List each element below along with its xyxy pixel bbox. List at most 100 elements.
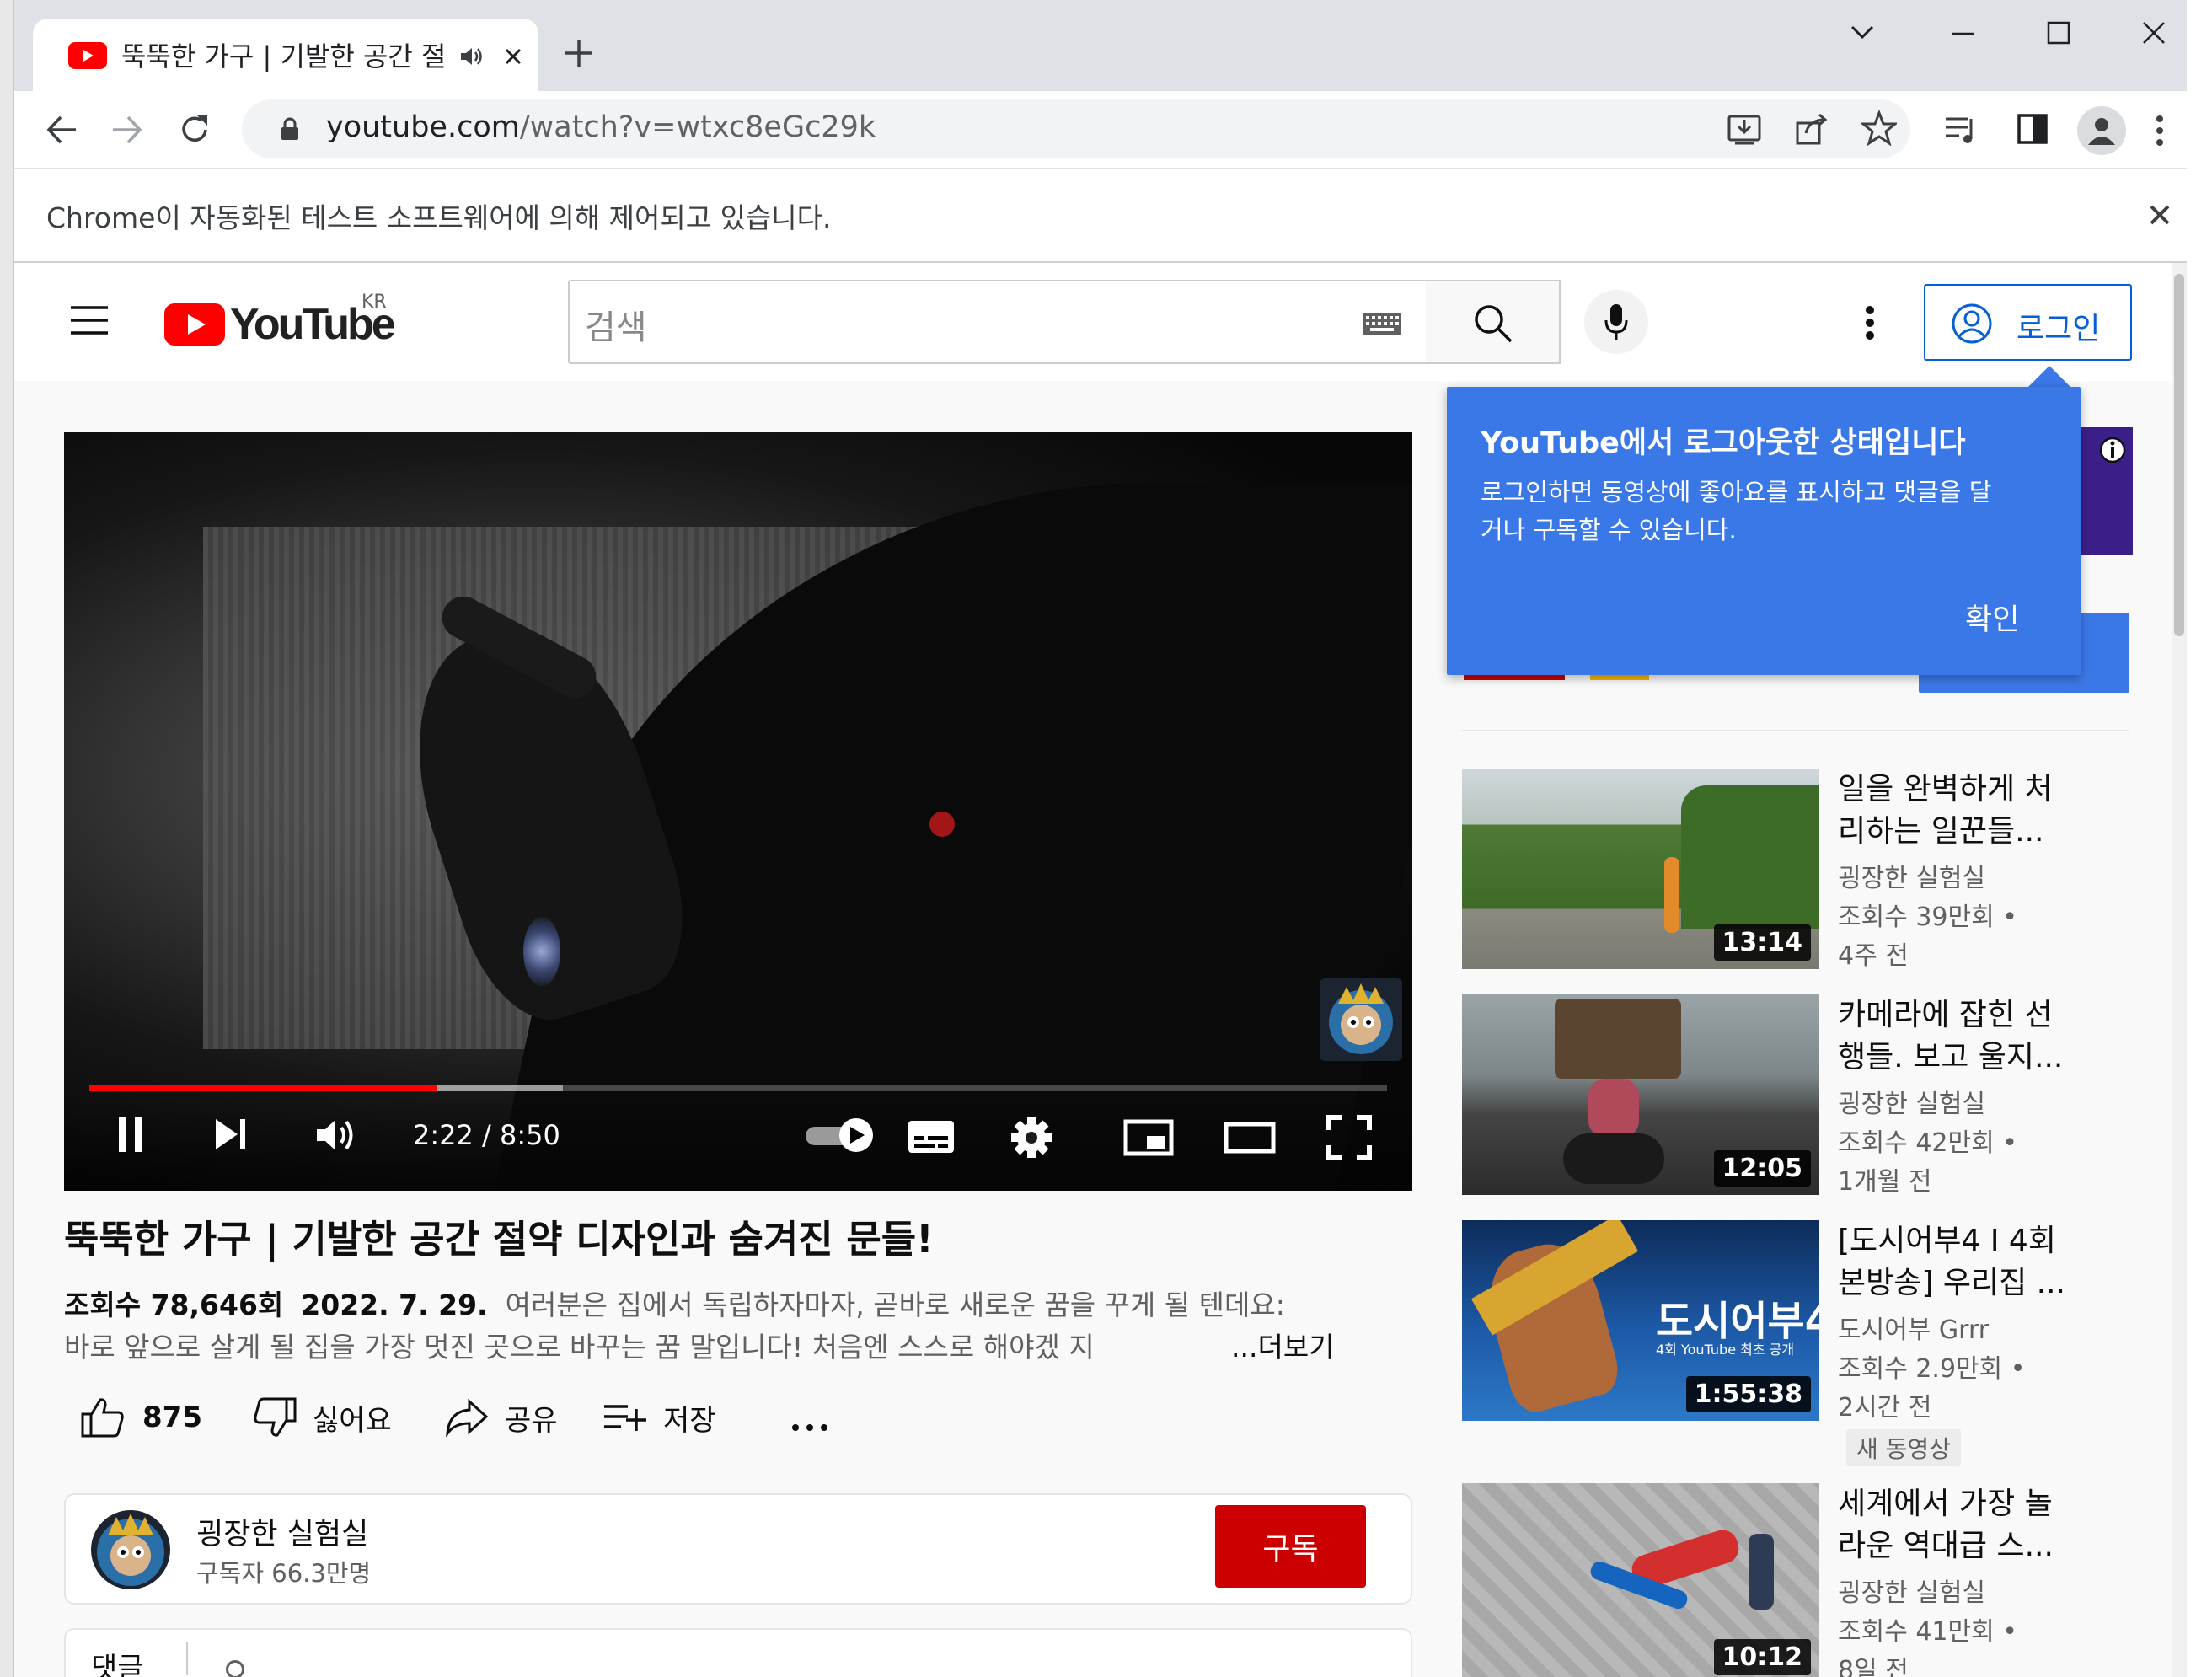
description-text-1: 여러분은 집에서 독립하자마자, 곧바로 새로운 꿈을 꾸게 될 텐데요:: [505, 1289, 1285, 1321]
comments-divider: [186, 1642, 188, 1675]
share-label: 공유: [505, 1403, 558, 1438]
chrome-menu-icon[interactable]: [2155, 114, 2165, 147]
tab-search-chevron-icon[interactable]: [1850, 24, 1875, 40]
address-bar[interactable]: youtube.com/watch?v=wtxc8eGc29k: [242, 99, 1910, 158]
voice-search-button[interactable]: [1584, 290, 1648, 354]
pause-icon[interactable]: [117, 1115, 144, 1154]
browser-toolbar: youtube.com/watch?v=wtxc8eGc29k: [14, 91, 2187, 169]
page-scrollbar-thumb[interactable]: [2174, 274, 2184, 636]
share-page-icon[interactable]: [1794, 111, 1829, 147]
ad-info-icon[interactable]: [2098, 436, 2127, 464]
upload-date: 2022. 7. 29.: [301, 1289, 488, 1321]
share-button[interactable]: 공유: [444, 1392, 558, 1443]
close-window-icon[interactable]: [2141, 20, 2166, 46]
thumbs-up-icon: [81, 1398, 124, 1438]
video-frame-redlight: [929, 812, 955, 837]
new-tab-icon[interactable]: [564, 38, 594, 68]
save-button[interactable]: 저장: [603, 1392, 716, 1443]
side-panel-icon[interactable]: [2017, 114, 2048, 144]
volume-icon[interactable]: [315, 1117, 359, 1153]
youtube-logo[interactable]: YouTube: [164, 300, 396, 349]
search-input[interactable]: 검색: [585, 300, 647, 349]
url-path: /watch?v=wtxc8eGc29k: [519, 110, 876, 144]
video-frame-knob: [523, 917, 560, 986]
like-count: 875: [142, 1401, 202, 1434]
video-player[interactable]: 2:22 / 8:50: [64, 432, 1412, 1191]
player-controls: [64, 1098, 1412, 1191]
like-button[interactable]: 875: [80, 1392, 202, 1443]
video-title-line2: 라운 역대급 스...: [1838, 1529, 2054, 1563]
subscriber-count: 구독자 66.3만명: [196, 1559, 372, 1588]
video-channel[interactable]: 굉장한 실험실: [1838, 1574, 1985, 1613]
video-channel[interactable]: 굉장한 실험실: [1838, 1085, 1985, 1124]
close-tab-icon[interactable]: [503, 46, 523, 67]
channel-name[interactable]: 굉장한 실험실: [196, 1510, 368, 1553]
tooltip-confirm-button[interactable]: 확인: [1965, 596, 2019, 639]
hamburger-menu-icon[interactable]: [69, 305, 110, 335]
share-icon: [446, 1398, 489, 1437]
minimize-icon[interactable]: [1951, 21, 1976, 46]
settings-more-icon[interactable]: [1865, 305, 1875, 340]
miniplayer-icon[interactable]: [1123, 1119, 1174, 1156]
maximize-icon[interactable]: [2046, 20, 2071, 46]
video-thumbnail[interactable]: 10:12: [1462, 1483, 1819, 1677]
youtube-logo-icon: [164, 303, 225, 346]
fullscreen-icon[interactable]: [1326, 1115, 1372, 1160]
recommended-video[interactable]: 도시어부4 4회 YouTube 최초 공개 1:55:38 [도시어부4 I …: [1462, 1220, 2136, 1466]
video-description[interactable]: 조회수 78,646회 2022. 7. 29. 여러분은 집에서 독립하자마자…: [64, 1284, 1379, 1369]
video-views: 조회수 2.9만회 •: [1838, 1354, 2026, 1384]
autoplay-toggle-icon[interactable]: [804, 1117, 876, 1154]
video-title-line2: 행들. 보고 울지...: [1838, 1040, 2064, 1074]
theater-mode-icon[interactable]: [1224, 1122, 1276, 1154]
profile-avatar[interactable]: [2077, 106, 2126, 155]
comment-toggle-icon[interactable]: [226, 1660, 244, 1677]
keyboard-icon[interactable]: [1362, 312, 1402, 335]
back-icon[interactable]: [44, 112, 79, 147]
url-text: youtube.com/watch?v=wtxc8eGc29k: [326, 110, 876, 144]
video-channel[interactable]: 굉장한 실험실: [1838, 860, 1985, 898]
install-app-icon[interactable]: [1727, 111, 1762, 147]
video-title: 카메라에 잡힌 선 행들. 보고 울지...: [1838, 994, 2091, 1079]
browser-tab[interactable]: 뚝뚝한 가구 | 기발한 공간 절: [33, 19, 538, 91]
video-title: 세계에서 가장 놀 라운 역대급 스...: [1838, 1483, 2091, 1567]
recommended-video[interactable]: 12:05 카메라에 잡힌 선 행들. 보고 울지... 굉장한 실험실 조회수 …: [1462, 994, 2136, 1197]
lock-icon[interactable]: [280, 117, 300, 141]
search-button[interactable]: [1426, 280, 1561, 364]
dislike-button[interactable]: 싫어요: [252, 1392, 392, 1443]
search-box[interactable]: 검색: [568, 280, 1427, 364]
subscribe-button[interactable]: 구독: [1215, 1505, 1366, 1588]
video-thumbnail[interactable]: 도시어부4 4회 YouTube 최초 공개 1:55:38: [1462, 1220, 1819, 1421]
video-title-line1: 일을 완벽하게 처: [1838, 772, 2053, 806]
bookmark-star-icon[interactable]: [1861, 110, 1897, 146]
reload-icon[interactable]: [177, 112, 212, 147]
thumbnail-rider: [1588, 1079, 1639, 1138]
microphone-icon: [1604, 304, 1628, 340]
description-line-2: 바로 앞으로 살게 될 집을 가장 멋진 곳으로 바꾸는 꿈 말입니다! 처음엔…: [64, 1326, 1379, 1369]
settings-gear-icon[interactable]: [1010, 1117, 1052, 1159]
next-video-icon[interactable]: [214, 1117, 248, 1151]
media-control-icon[interactable]: [1944, 114, 1979, 146]
tooltip-title: YouTube에서 로그아웃한 상태입니다: [1481, 426, 1966, 460]
show-more-link[interactable]: ...더보기: [1224, 1326, 1335, 1369]
video-thumbnail[interactable]: 12:05: [1462, 994, 1819, 1195]
more-actions-icon[interactable]: [791, 1423, 828, 1432]
thumbnail-worker: [1664, 857, 1679, 933]
infobar-close-icon[interactable]: [2149, 204, 2171, 226]
person-icon: [2088, 118, 2115, 145]
forward-icon[interactable]: [110, 112, 145, 147]
video-thumbnail[interactable]: 13:14: [1462, 769, 1819, 969]
channel-watermark[interactable]: [1320, 978, 1402, 1061]
video-channel[interactable]: 도시어부 Grrr: [1838, 1311, 1989, 1350]
tooltip-body-line2: 거나 구독할 수 있습니다.: [1481, 516, 1737, 544]
subtitles-icon[interactable]: [907, 1119, 956, 1155]
video-age: 8일 전: [1838, 1656, 1909, 1677]
video-title-line1: [도시어부4 I 4회: [1838, 1224, 2056, 1258]
audio-playing-icon[interactable]: [458, 44, 484, 69]
thumbnail-hedge: [1681, 785, 1819, 929]
channel-avatar[interactable]: [91, 1510, 170, 1589]
login-button[interactable]: 로그인: [1924, 284, 2132, 361]
channel-row: 굉장한 실험실 구독자 66.3만명: [64, 1493, 1412, 1605]
recommended-video[interactable]: 10:12 세계에서 가장 놀 라운 역대급 스... 굉장한 실험실 조회수 4…: [1462, 1483, 2136, 1677]
video-title: 뚝뚝한 가구 | 기발한 공간 절약 디자인과 숨겨진 문들!: [64, 1217, 934, 1262]
recommended-video[interactable]: 13:14 일을 완벽하게 처 리하는 일꾼들... 굉장한 실험실 조회수 39…: [1462, 769, 2136, 971]
